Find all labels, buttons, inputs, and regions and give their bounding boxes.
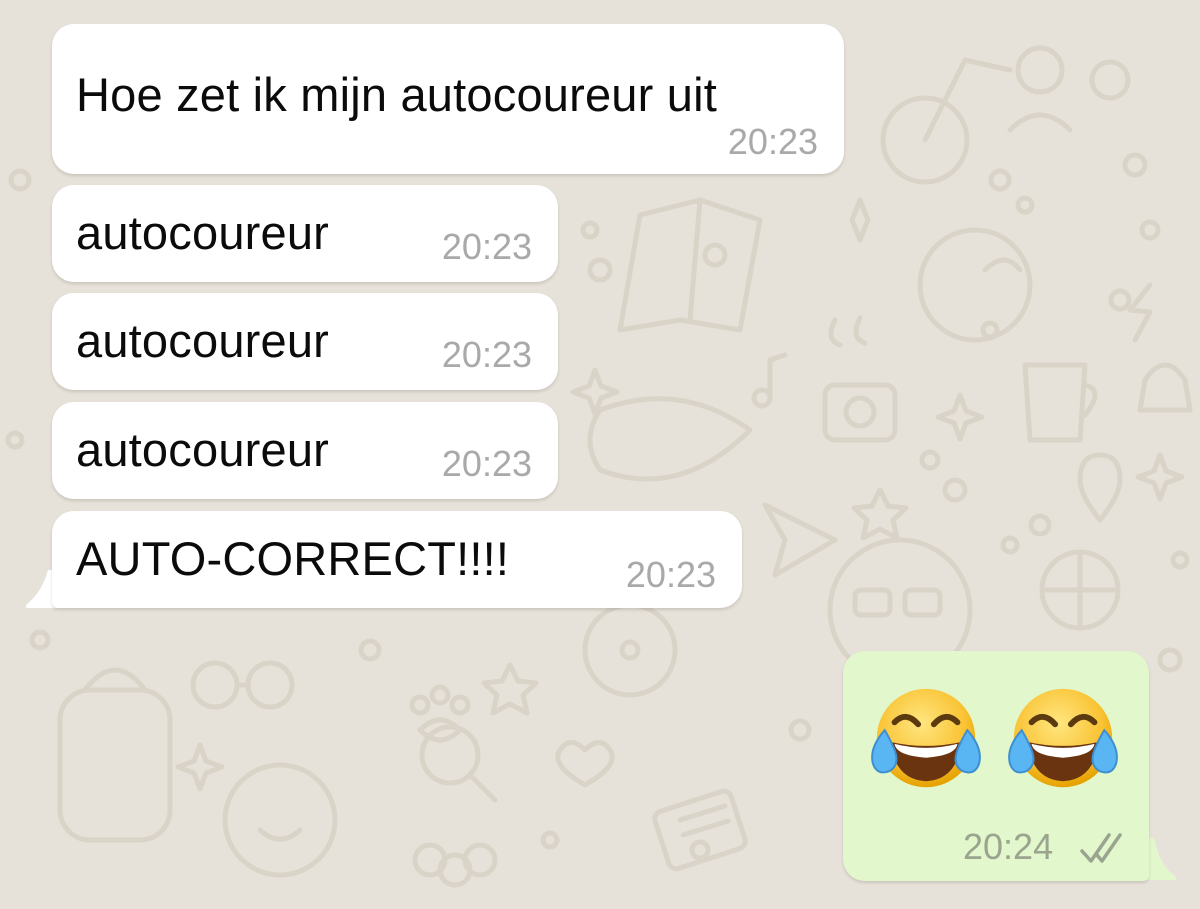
incoming-message[interactable]: AUTO-CORRECT!!!! 20:23 <box>52 511 742 608</box>
outgoing-message[interactable]: 20:24 <box>843 651 1149 881</box>
message-timestamp: 20:23 <box>441 334 532 375</box>
message-text: Hoe zet ik mijn autocoureur uit <box>76 68 717 121</box>
message-timestamp: 20:23 <box>441 226 532 267</box>
read-double-check-icon <box>1080 833 1122 863</box>
message-timestamp: 20:23 <box>441 443 532 484</box>
message-timestamp: 20:23 <box>625 554 716 595</box>
incoming-message[interactable]: autocoureur 20:23 <box>52 185 558 282</box>
incoming-message[interactable]: autocoureur 20:23 <box>52 293 558 390</box>
face-with-tears-of-joy-icon <box>1008 688 1118 788</box>
message-text: autocoureur <box>76 206 330 259</box>
face-with-tears-of-joy-icon <box>871 688 981 788</box>
message-text: AUTO-CORRECT!!!! <box>76 532 510 585</box>
incoming-message[interactable]: Hoe zet ik mijn autocoureur uit 20:23 <box>52 24 844 174</box>
message-text: autocoureur <box>76 423 330 476</box>
message-text: autocoureur <box>76 314 330 367</box>
message-timestamp: 20:24 <box>963 826 1054 867</box>
message-timestamp: 20:23 <box>727 121 818 162</box>
incoming-message[interactable]: autocoureur 20:23 <box>52 402 558 499</box>
conversation: Hoe zet ik mijn autocoureur uit 20:23 au… <box>0 0 1200 909</box>
